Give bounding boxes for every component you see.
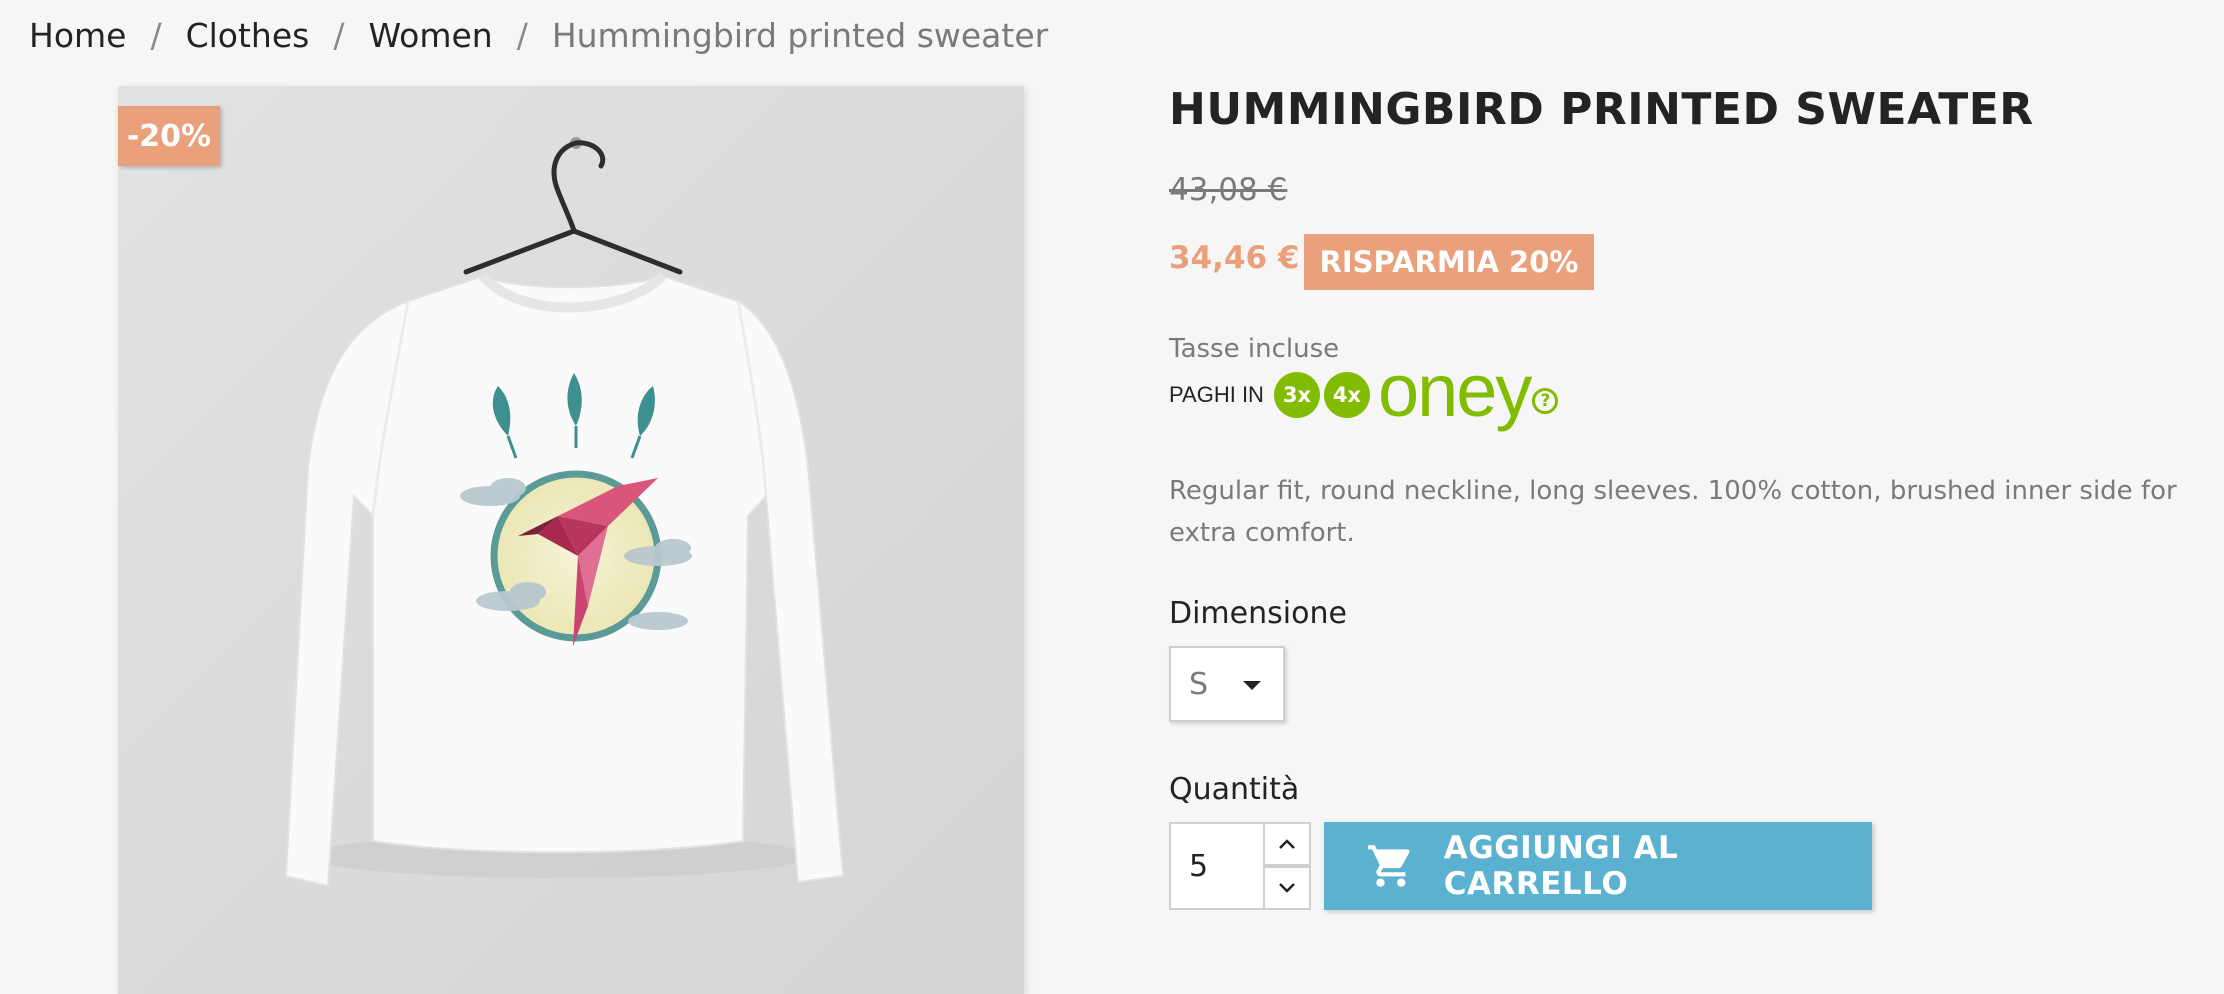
current-price: 34,46 € [1169,240,1300,276]
add-to-cart-button[interactable]: AGGIUNGI AL CARRELLO [1324,822,1872,910]
regular-price: 43,08 € [1169,172,1288,208]
breadcrumb-separator: / [150,15,162,55]
quantity-label: Quantità [1169,772,1300,807]
breadcrumb-women[interactable]: Women [368,16,492,55]
breadcrumb: Home / Clothes / Women / Hummingbird pri… [29,10,1048,60]
size-label: Dimensione [1169,596,1347,631]
discount-flag: -20% [118,106,220,166]
oney-3x-badge: 3x [1273,372,1320,418]
quantity-decrease-button[interactable] [1263,866,1311,910]
breadcrumb-clothes[interactable]: Clothes [186,16,310,55]
shopping-cart-icon [1368,845,1410,887]
hanger-icon [463,137,683,275]
oney-prefix: PAGHI IN [1169,382,1264,407]
product-description: Regular fit, round neckline, long sleeve… [1169,476,2177,548]
sweater-illustration [284,137,845,888]
question-circle-icon[interactable]: ? [1532,388,1559,414]
chevron-up-icon [1279,839,1295,849]
quantity-increase-button[interactable] [1263,822,1311,866]
product-title: HUMMINGBIRD PRINTED SWEATER [1169,84,2034,135]
quantity-value: 5 [1189,848,1209,884]
product-cover-image[interactable] [118,86,1024,994]
breadcrumb-separator: / [516,15,528,55]
oney-payment-banner[interactable]: PAGHI IN 3x 4x oney ? [1169,354,1559,430]
breadcrumb-separator: / [333,15,345,55]
chevron-down-icon [1279,883,1295,893]
add-to-cart-label: AGGIUNGI AL CARRELLO [1443,830,1679,902]
oney-logo: oney [1377,349,1532,432]
breadcrumb-home[interactable]: Home [29,16,126,55]
discount-badge: RISPARMIA 20% [1304,234,1594,290]
size-select[interactable]: S [1169,646,1285,722]
oney-4x-badge: 4x [1323,372,1370,418]
caret-down-icon [1243,681,1261,690]
quantity-input[interactable]: 5 [1169,822,1265,910]
breadcrumb-current: Hummingbird printed sweater [551,15,1049,55]
size-selected-value: S [1189,666,1209,702]
